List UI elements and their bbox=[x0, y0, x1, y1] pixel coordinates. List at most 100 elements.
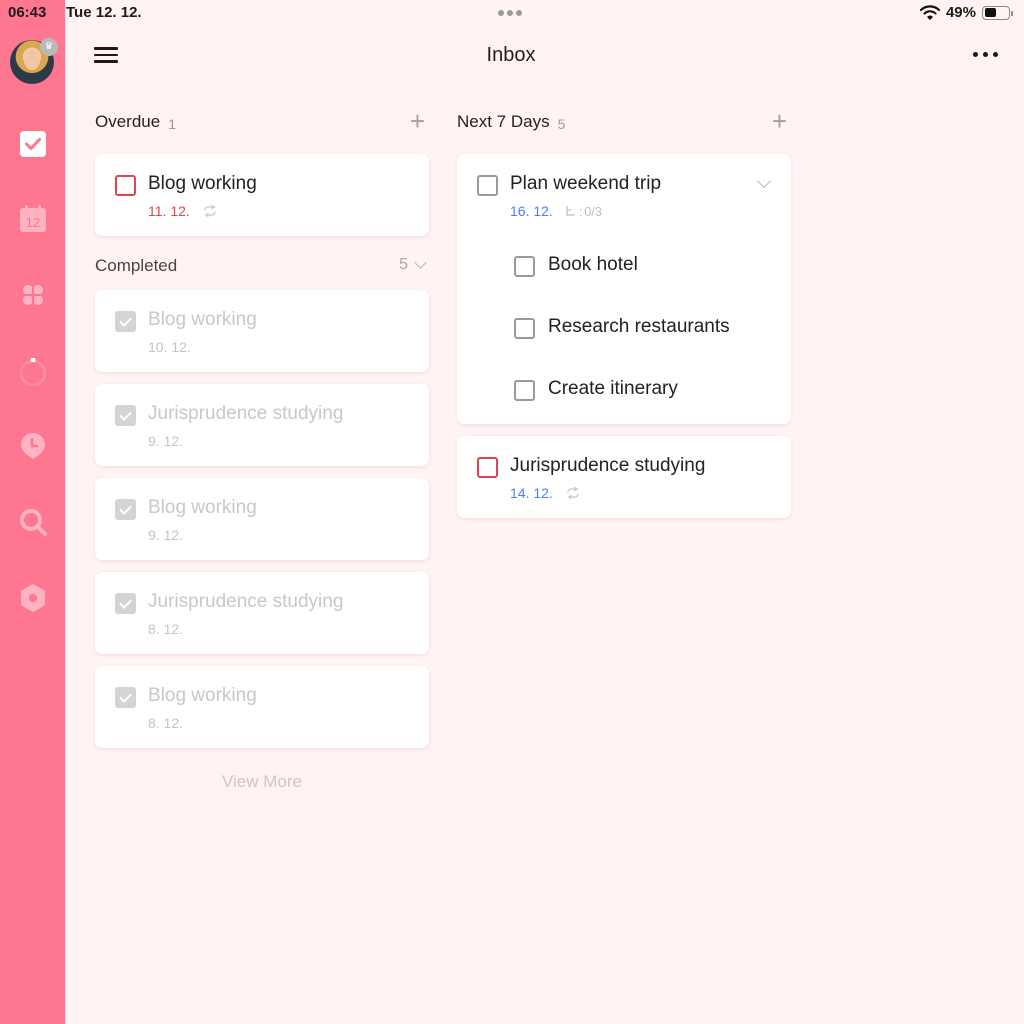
completed-toggle[interactable]: 5 bbox=[399, 256, 427, 274]
hexagon-settings-icon bbox=[21, 584, 45, 612]
overdue-section-header: Overdue 1 + bbox=[95, 104, 429, 140]
checkbox-icon bbox=[20, 131, 46, 157]
task-date: 11. 12. bbox=[148, 203, 190, 219]
clock-pin-icon bbox=[21, 433, 45, 459]
sidebar: ♛ 12 bbox=[0, 0, 66, 1024]
pomodoro-timer-icon bbox=[19, 358, 47, 386]
task-meta: 16. 12. : 0/3 bbox=[510, 203, 602, 219]
subtask-checkbox[interactable] bbox=[514, 318, 535, 339]
overdue-column: Overdue 1 + Blog working 11. 12. Complet… bbox=[95, 104, 429, 792]
task-title: Jurisprudence studying bbox=[510, 455, 706, 476]
completed-task-card[interactable]: Jurisprudence studying 9. 12. bbox=[95, 384, 429, 466]
sidebar-item-matrix[interactable] bbox=[17, 279, 49, 311]
task-meta: 14. 12. bbox=[510, 485, 581, 501]
task-checkbox-checked[interactable] bbox=[115, 405, 136, 426]
task-title: Blog working bbox=[148, 309, 257, 330]
page-title-text: Inbox bbox=[486, 44, 536, 66]
section-title: Overdue bbox=[95, 112, 161, 131]
task-card[interactable]: Blog working 11. 12. bbox=[95, 154, 429, 236]
task-date: 10. 12. bbox=[148, 339, 191, 355]
chevron-down-icon[interactable] bbox=[756, 173, 772, 189]
subtask-title: Research restaurants bbox=[548, 316, 730, 337]
task-date: 16. 12. bbox=[510, 203, 553, 219]
task-title: Blog working bbox=[148, 685, 257, 706]
subtask-progress-value: 0/3 bbox=[584, 203, 603, 219]
task-date: 9. 12. bbox=[148, 527, 184, 543]
task-meta: 11. 12. bbox=[148, 203, 218, 219]
subtask-progress: : 0/3 bbox=[565, 204, 602, 219]
status-time: 06:43 bbox=[8, 4, 47, 21]
task-checkbox[interactable] bbox=[477, 175, 498, 196]
page-title: Inbox bbox=[66, 44, 1024, 67]
sidebar-item-settings[interactable] bbox=[17, 582, 49, 614]
task-title: Blog working bbox=[148, 173, 257, 194]
task-checkbox[interactable] bbox=[115, 175, 136, 196]
task-date: 14. 12. bbox=[510, 485, 553, 501]
battery-percent: 49% bbox=[945, 4, 976, 21]
section-title: Next 7 Days bbox=[457, 112, 550, 131]
sidebar-item-pomodoro[interactable] bbox=[17, 355, 49, 387]
calendar-day: 12 bbox=[26, 215, 40, 230]
sidebar-item-search[interactable] bbox=[17, 506, 49, 538]
task-checkbox-checked[interactable] bbox=[115, 593, 136, 614]
task-title: Blog working bbox=[148, 497, 257, 518]
subtask-checkbox[interactable] bbox=[514, 380, 535, 401]
task-checkbox-checked[interactable] bbox=[115, 687, 136, 708]
task-date: 9. 12. bbox=[148, 433, 184, 449]
wifi-icon bbox=[919, 5, 940, 20]
completed-task-card[interactable]: Blog working 10. 12. bbox=[95, 290, 429, 372]
crown-icon: ♛ bbox=[40, 38, 58, 56]
completed-section-header[interactable]: Completed 5 bbox=[95, 248, 429, 284]
next-7-days-section-header: Next 7 Days 5 + bbox=[457, 104, 791, 140]
task-title: Jurisprudence studying bbox=[148, 591, 344, 612]
subtask-icon bbox=[566, 206, 575, 216]
app-screen: ♛ 12 06:43 Tue 12. 12. 49% Inbox Overdue… bbox=[0, 0, 1024, 1024]
task-meta: 8. 12. bbox=[148, 715, 183, 731]
subtask-checkbox[interactable] bbox=[514, 256, 535, 277]
subtask-title: Book hotel bbox=[548, 254, 638, 275]
status-indicators: 49% bbox=[919, 4, 1013, 21]
status-bar: 06:43 Tue 12. 12. 49% bbox=[0, 0, 1024, 26]
view-more-button[interactable]: View More bbox=[95, 772, 429, 792]
calendar-icon: 12 bbox=[20, 205, 46, 232]
battery-fill bbox=[984, 8, 996, 17]
subtask-title: Create itinerary bbox=[548, 378, 678, 399]
repeat-icon bbox=[566, 487, 579, 499]
task-meta: 9. 12. bbox=[148, 433, 183, 449]
add-task-next-7-days-button[interactable]: + bbox=[772, 108, 787, 134]
task-title: Plan weekend trip bbox=[510, 173, 662, 194]
subtask-item[interactable]: Book hotel bbox=[514, 252, 774, 282]
completed-task-card[interactable]: Blog working 8. 12. bbox=[95, 666, 429, 748]
sidebar-item-habit[interactable] bbox=[17, 430, 49, 462]
sidebar-item-calendar[interactable]: 12 bbox=[17, 203, 49, 235]
next-7-days-column: Next 7 Days 5 + Plan weekend trip 16. 12… bbox=[457, 104, 791, 530]
section-count: 1 bbox=[168, 115, 176, 132]
sidebar-item-tasks[interactable] bbox=[17, 128, 49, 160]
task-card-with-subtasks[interactable]: Plan weekend trip 16. 12. : 0/3 Book hot… bbox=[457, 154, 791, 424]
task-card[interactable]: Jurisprudence studying 14. 12. bbox=[457, 436, 791, 518]
task-checkbox-checked[interactable] bbox=[115, 499, 136, 520]
more-horizontal-icon[interactable] bbox=[973, 52, 998, 57]
clover-icon bbox=[22, 285, 44, 305]
task-checkbox[interactable] bbox=[477, 457, 498, 478]
section-title: Completed bbox=[95, 256, 178, 275]
task-checkbox-checked[interactable] bbox=[115, 311, 136, 332]
task-date: 8. 12. bbox=[148, 715, 184, 731]
search-icon bbox=[20, 509, 47, 536]
add-task-overdue-button[interactable]: + bbox=[410, 108, 425, 134]
section-count: 5 bbox=[399, 256, 408, 273]
subtask-item[interactable]: Create itinerary bbox=[514, 376, 774, 406]
multitasking-dots-icon[interactable] bbox=[498, 10, 522, 16]
task-title: Jurisprudence studying bbox=[148, 403, 344, 424]
task-meta: 9. 12. bbox=[148, 527, 183, 543]
task-meta: 8. 12. bbox=[148, 621, 183, 637]
battery-icon bbox=[982, 5, 1013, 20]
task-date: 8. 12. bbox=[148, 621, 184, 637]
repeat-icon bbox=[203, 205, 216, 217]
completed-task-card[interactable]: Blog working 9. 12. bbox=[95, 478, 429, 560]
chevron-down-icon bbox=[414, 256, 427, 269]
section-count: 5 bbox=[557, 115, 566, 132]
completed-task-card[interactable]: Jurisprudence studying 8. 12. bbox=[95, 572, 429, 654]
status-date: Tue 12. 12. bbox=[66, 4, 142, 21]
subtask-item[interactable]: Research restaurants bbox=[514, 314, 774, 344]
